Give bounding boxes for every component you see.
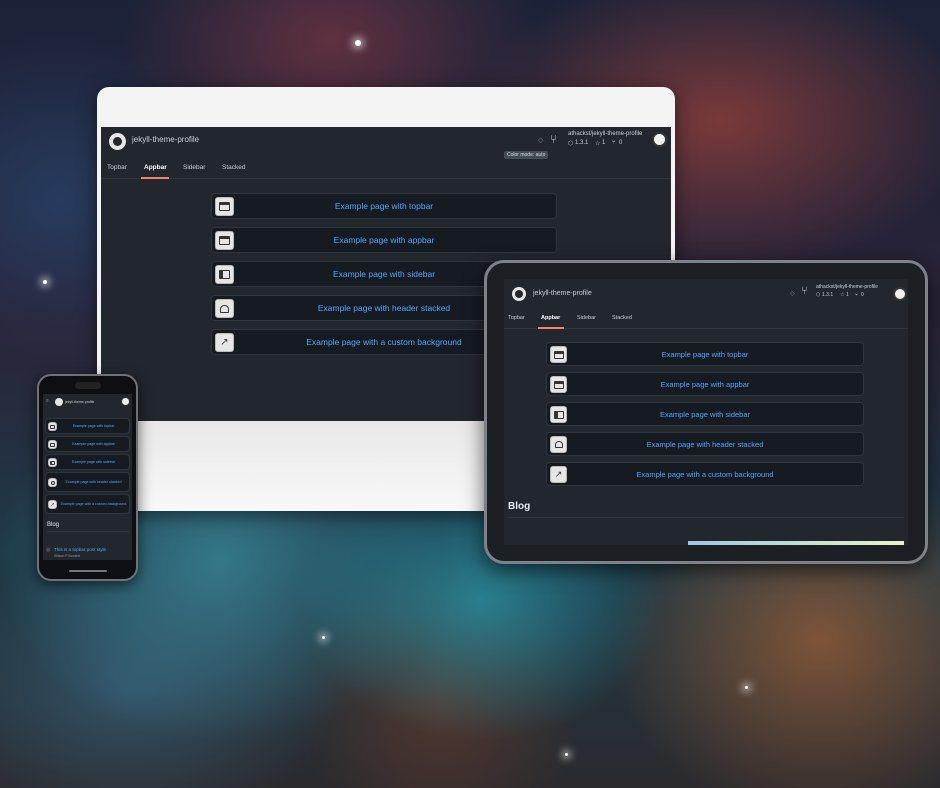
tab-topbar[interactable]: Topbar xyxy=(107,164,127,171)
example-link-appbar[interactable]: Example page with appbar xyxy=(45,436,130,452)
theme-toggle-icon[interactable]: ◇ xyxy=(790,290,795,297)
example-link-label: Example page with a custom background xyxy=(636,469,774,479)
star-icon: ☆ xyxy=(840,292,845,298)
example-link-label: Example page with a custom background xyxy=(60,501,127,506)
phone-device: ≡ jekyll-theme-profile Example page with… xyxy=(37,374,138,581)
example-link-label: Example page with topbar xyxy=(661,349,749,359)
repo-name[interactable]: athackst/jekyll-theme-profile xyxy=(568,131,642,137)
avatar-icon[interactable] xyxy=(121,397,130,406)
app-title[interactable]: jekyll-theme-profile xyxy=(65,400,94,404)
appbar-layout-icon xyxy=(48,440,57,449)
phone-home-indicator xyxy=(69,570,107,572)
example-link-label: Example page with topbar xyxy=(72,424,115,428)
blog-divider xyxy=(47,531,129,532)
avatar-icon[interactable] xyxy=(893,287,907,301)
example-link-label: Example page with appbar xyxy=(660,379,750,389)
sidebar-layout-icon xyxy=(48,458,57,467)
git-branch-icon: ⑂ xyxy=(550,132,558,146)
example-link-topbar[interactable]: Example page with topbar xyxy=(546,342,864,366)
post-tag-icon: ◎ xyxy=(46,547,51,553)
menu-icon[interactable]: ≡ xyxy=(46,398,49,404)
custom-background-icon: ↗ xyxy=(48,500,57,509)
stars-count: 1 xyxy=(602,140,606,146)
blog-post-title[interactable]: This is a topbar post style xyxy=(54,547,106,552)
tablet-screen: jekyll-theme-profile ◇ ⑂ athackst/jekyll… xyxy=(504,279,908,545)
tab-appbar-underline xyxy=(141,177,169,179)
repo-name[interactable]: athackst/jekyll-theme-profile xyxy=(816,284,878,290)
github-icon[interactable] xyxy=(512,287,526,301)
fork-icon: ⑂ xyxy=(612,140,616,146)
example-link-label: Example page with topbar xyxy=(334,201,434,211)
phone-camera-notch xyxy=(75,382,101,389)
tab-sidebar[interactable]: Sidebar xyxy=(577,315,596,321)
tab-stacked[interactable]: Stacked xyxy=(222,164,246,171)
example-link-appbar[interactable]: Example page with appbar xyxy=(211,227,557,253)
blog-post-author: Allison P Burdett xyxy=(54,554,80,558)
github-icon[interactable] xyxy=(109,133,126,150)
tab-appbar[interactable]: Appbar xyxy=(541,315,560,321)
example-link-label: Example page with appbar xyxy=(72,442,115,446)
star-decoration xyxy=(565,753,568,756)
example-link-topbar[interactable]: Example page with topbar xyxy=(45,418,130,434)
example-link-topbar[interactable]: Example page with topbar xyxy=(211,193,557,219)
star-decoration xyxy=(355,40,361,46)
star-decoration xyxy=(322,636,325,639)
version-label: 1.3.1 xyxy=(575,140,589,146)
example-link-header-stacked[interactable]: Example page with header stacked xyxy=(546,432,864,456)
example-link-label: Example page with appbar xyxy=(333,235,435,245)
tab-bar: Topbar Appbar Sidebar Stacked xyxy=(101,155,671,179)
tab-bar: Topbar Appbar Sidebar Stacked xyxy=(504,309,908,329)
star-decoration xyxy=(745,686,748,689)
app-title[interactable]: jekyll-theme-profile xyxy=(132,135,199,144)
forks-count: 0 xyxy=(861,292,864,298)
tab-stacked[interactable]: Stacked xyxy=(612,315,632,321)
tablet-device: jekyll-theme-profile ◇ ⑂ athackst/jekyll… xyxy=(484,260,928,564)
forks-count: 0 xyxy=(619,140,623,146)
blog-heading: Blog xyxy=(508,501,531,512)
example-link-appbar[interactable]: Example page with appbar xyxy=(546,372,864,396)
fork-icon: ⑂ xyxy=(855,292,859,298)
app-title[interactable]: jekyll-theme-profile xyxy=(533,290,592,297)
theme-toggle-icon[interactable]: ◇ xyxy=(538,136,543,144)
topbar-layout-icon xyxy=(48,422,57,431)
star-icon: ☆ xyxy=(595,141,601,147)
tab-appbar-underline xyxy=(538,327,564,329)
example-link-label: Example page with sidebar xyxy=(71,460,116,464)
version-label: 1.3.1 xyxy=(822,292,834,298)
stars-count: 1 xyxy=(846,292,849,298)
tag-icon: ⬡ xyxy=(568,141,574,147)
blog-post-thumbnail[interactable] xyxy=(688,541,904,545)
example-link-header-stacked[interactable]: Example page with header stacked xyxy=(45,472,130,492)
blog-divider xyxy=(508,517,904,518)
star-decoration xyxy=(43,280,47,284)
example-link-sidebar[interactable]: Example page with sidebar xyxy=(45,454,130,470)
example-link-custom-background[interactable]: ↗ Example page with a custom background xyxy=(546,462,864,486)
example-link-custom-background[interactable]: ↗ Example page with a custom background xyxy=(45,494,130,514)
tab-sidebar[interactable]: Sidebar xyxy=(183,164,205,171)
avatar-icon[interactable] xyxy=(652,132,667,147)
tag-icon: ⬡ xyxy=(816,292,821,298)
github-icon[interactable] xyxy=(55,398,63,406)
example-link-sidebar[interactable]: Example page with sidebar xyxy=(546,402,864,426)
example-link-label: Example page with header stacked xyxy=(646,439,764,449)
phone-screen: ≡ jekyll-theme-profile Example page with… xyxy=(43,394,132,560)
tab-topbar[interactable]: Topbar xyxy=(508,315,525,321)
blog-heading: Blog xyxy=(47,522,60,528)
example-link-label: Example page with sidebar xyxy=(659,409,751,419)
header-stacked-icon xyxy=(48,478,57,487)
example-link-label: Example page with header stacked xyxy=(65,479,122,484)
tab-appbar[interactable]: Appbar xyxy=(144,164,167,171)
git-branch-icon: ⑂ xyxy=(801,285,808,297)
